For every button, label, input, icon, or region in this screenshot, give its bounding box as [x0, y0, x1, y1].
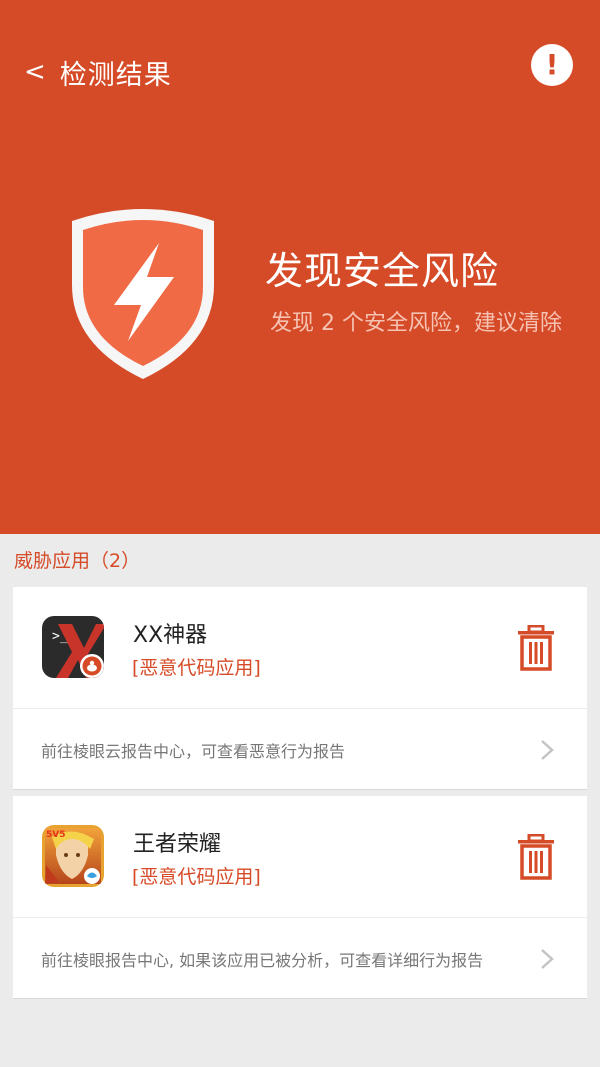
delete-trash-icon[interactable]: [516, 834, 556, 880]
app-info-row: 5V5 王者荣耀 [恶意代码应用]: [13, 796, 587, 918]
icon-badge-text: 5V5: [46, 830, 66, 840]
report-link-text: 前往棱眼云报告中心，可查看恶意行为报告: [41, 742, 346, 761]
threat-app-card: >_ XX神器 [恶意代码应用] 前往棱眼云报告中心，可查看恶意行为报告: [13, 587, 587, 790]
app-name: XX神器: [133, 623, 208, 648]
risk-subtitle: 发现 2 个安全风险，建议清除: [270, 311, 562, 336]
report-center-row[interactable]: 前往棱眼报告中心, 如果该应用已被分析，可查看详细行为报告: [13, 918, 587, 998]
malware-tag: [恶意代码应用]: [132, 657, 261, 679]
exclamation-icon: !: [545, 48, 559, 81]
chevron-right-icon: [541, 740, 554, 760]
app-info-row: >_ XX神器 [恶意代码应用]: [13, 587, 587, 709]
back-arrow-icon: <: [24, 57, 46, 87]
report-center-row[interactable]: 前往棱眼云报告中心，可查看恶意行为报告: [13, 709, 587, 789]
king-glory-app-icon: 5V5: [42, 825, 104, 887]
threat-apps-label: 威胁应用（2）: [14, 550, 141, 572]
report-link-text: 前往棱眼报告中心, 如果该应用已被分析，可查看详细行为报告: [41, 951, 484, 970]
malware-tag: [恶意代码应用]: [132, 866, 261, 888]
result-header: < 检测结果 ! 发现安全风险 发现 2 个安全风险，建议清除: [0, 0, 600, 534]
threat-app-card: 5V5 王者荣耀 [恶意代码应用] 前往棱眼报告中心, 如果该应用已被分析，可查…: [13, 796, 587, 999]
back-button[interactable]: < 检测结果: [24, 52, 172, 92]
shield-lightning-icon: [72, 209, 214, 379]
chevron-right-icon: [541, 949, 554, 969]
page-title: 检测结果: [59, 59, 172, 91]
delete-trash-icon[interactable]: [516, 625, 556, 671]
xx-app-icon: >_: [42, 616, 104, 678]
alert-button[interactable]: !: [531, 44, 573, 86]
app-name: 王者荣耀: [133, 832, 222, 857]
risk-title: 发现安全风险: [265, 249, 500, 293]
